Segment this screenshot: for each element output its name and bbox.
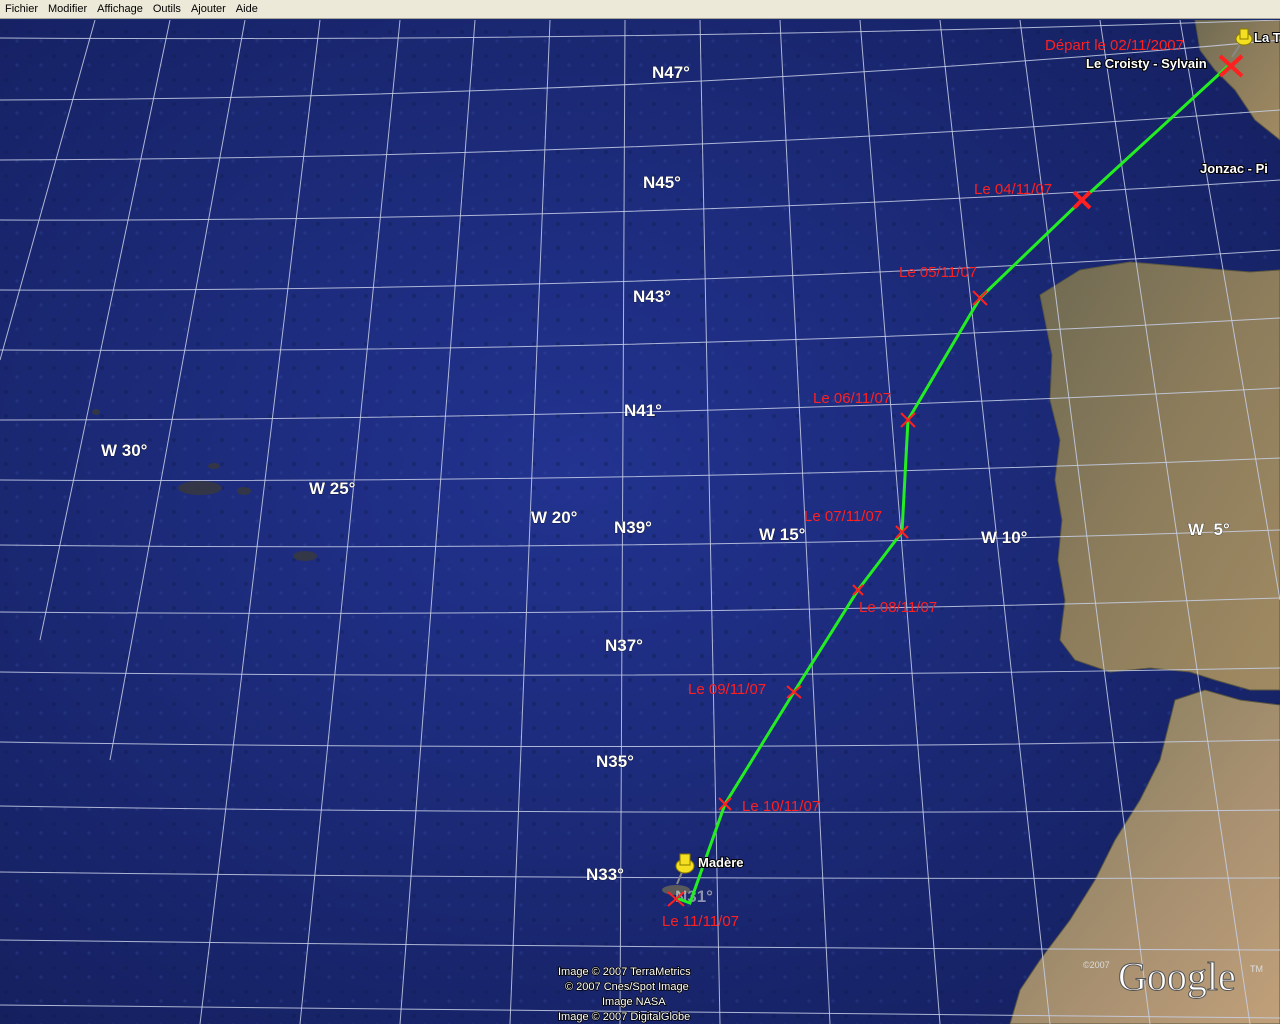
lon-label-w5: W 5° [1188, 520, 1230, 539]
azores-island-3 [208, 463, 220, 469]
credit-terrametrics: Image © 2007 TerraMetrics [558, 966, 691, 978]
lat-label-n43: N43° [633, 287, 671, 306]
label-04-11: Le 04/11/07 [974, 181, 1052, 198]
label-07-11: Le 07/11/07 [804, 508, 882, 525]
label-11-11: Le 11/11/07 [662, 913, 739, 930]
lon-label-w10: W 10° [981, 528, 1028, 547]
label-08-11: Le 08/11/07 [859, 599, 937, 616]
google-logo: Google [1118, 954, 1236, 999]
label-depart: Départ le 02/11/2007 [1045, 37, 1184, 54]
menu-aide[interactable]: Aide [231, 0, 263, 19]
google-logo-tm: TM [1250, 964, 1263, 974]
azores-island-2 [237, 487, 251, 495]
lon-label-w15: W 15° [759, 525, 806, 544]
map-view[interactable]: N47° N45° N43° N41° N39° N37° N35° N33° … [0, 20, 1280, 1024]
azores-island-5 [92, 409, 100, 415]
azores-island-1 [178, 481, 222, 495]
iberia-land [1039, 261, 1280, 691]
menu-outils[interactable]: Outils [148, 0, 186, 19]
label-05-11: Le 05/11/07 [899, 264, 977, 281]
lat-label-n35: N35° [596, 752, 634, 771]
lon-label-w25: W 25° [309, 479, 356, 498]
menu-modifier[interactable]: Modifier [43, 0, 92, 19]
place-jonzac: Jonzac - Pi [1200, 161, 1268, 176]
label-06-11: Le 06/11/07 [813, 390, 891, 407]
copyright-small: ©2007 [1083, 960, 1110, 970]
lat-label-n33: N33° [586, 865, 624, 884]
menu-affichage[interactable]: Affichage [92, 0, 148, 19]
lat-label-n45: N45° [643, 173, 681, 192]
credit-cnes: © 2007 Cnes/Spot Image [565, 981, 689, 993]
menu-bar: Fichier Modifier Affichage Outils Ajoute… [0, 0, 1280, 19]
lat-label-n37: N37° [605, 636, 643, 655]
label-10-11: Le 10/11/07 [742, 798, 820, 815]
label-09-11: Le 09/11/07 [688, 681, 766, 698]
credit-nasa: Image NASA [602, 996, 666, 1008]
lon-label-w20: W 20° [531, 508, 578, 527]
lat-label-n39: N39° [614, 518, 652, 537]
place-croisty: Le Croisty - Sylvain [1086, 56, 1207, 71]
lat-label-n47: N47° [652, 63, 690, 82]
credit-digitalglobe: Image © 2007 DigitalGlobe [558, 1011, 690, 1023]
place-madere: Madère [698, 855, 744, 870]
azores-island-4 [293, 551, 317, 561]
lon-label-w30: W 30° [101, 441, 148, 460]
menu-ajouter[interactable]: Ajouter [186, 0, 231, 19]
place-la-t: La T [1254, 30, 1280, 45]
menu-fichier[interactable]: Fichier [0, 0, 43, 19]
lat-label-n41: N41° [624, 401, 662, 420]
